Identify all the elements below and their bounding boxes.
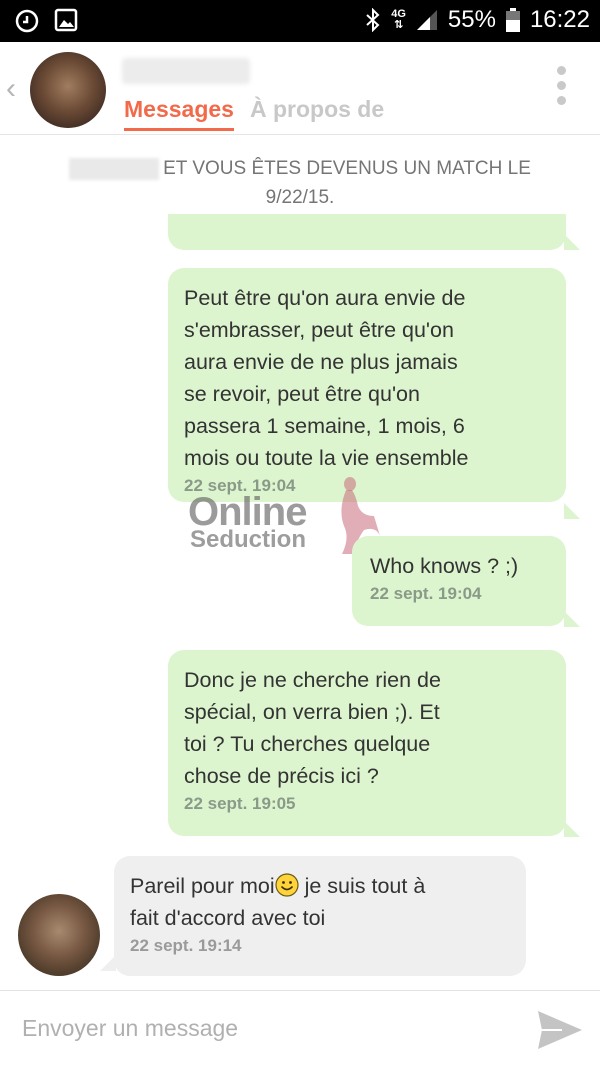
message-bubble-partial — [168, 214, 566, 250]
message-text: Who knows ? ;) — [370, 554, 519, 578]
signal-icon — [416, 10, 437, 30]
message-timestamp: 22 sept. 19:14 — [130, 936, 242, 955]
bubble-tail — [564, 821, 580, 837]
contact-name-redacted — [122, 58, 250, 84]
message-text: Donc je ne cherche rien de spécial, on v… — [184, 668, 441, 788]
tab-about[interactable]: À propos de — [250, 96, 384, 123]
tab-bar: Messages À propos de — [124, 96, 384, 131]
match-name-redacted — [69, 157, 160, 180]
clock: 16:22 — [529, 6, 590, 33]
message-bubble-sent: Donc je ne cherche rien de spécial, on v… — [168, 650, 566, 836]
message-text: Pareil pour moi je suis tout à fait d'ac… — [130, 873, 426, 930]
watermark-brand-bottom: Seduction — [190, 526, 307, 553]
bubble-tail — [564, 611, 580, 627]
message-timestamp: 22 sept. 19:04 — [370, 584, 482, 603]
message-input[interactable]: Envoyer un message — [22, 1015, 238, 1042]
more-vert-icon[interactable] — [557, 66, 566, 105]
send-icon[interactable] — [536, 1007, 584, 1053]
smiley-icon — [274, 873, 299, 897]
image-icon — [54, 8, 78, 32]
bluetooth-icon — [366, 8, 380, 32]
bubble-tail — [564, 234, 580, 250]
bubble-tail — [564, 503, 580, 519]
composer: Envoyer un message — [0, 990, 600, 1068]
message-bubble-sent: Peut être qu'on aura envie de s'embrasse… — [168, 268, 566, 502]
match-notice: ET VOUS ÊTES DEVENUS UN MATCH LE 9/22/15… — [0, 154, 600, 212]
status-bar: 4G ⇅ 55% 16:22 — [0, 0, 600, 42]
message-bubble-sent: Who knows ? ;) 22 sept. 19:04 — [352, 536, 566, 626]
back-chevron-icon[interactable]: ‹ — [6, 72, 16, 106]
battery-percent: 55% — [447, 6, 496, 33]
alarm-icon — [15, 9, 39, 33]
chat-header: ‹ Messages À propos de — [0, 42, 600, 135]
avatar[interactable] — [18, 894, 100, 976]
network-indicator: 4G ⇅ — [391, 8, 406, 31]
battery-icon — [505, 8, 520, 32]
message-timestamp: 22 sept. 19:05 — [184, 794, 296, 813]
message-text: Peut être qu'on aura envie de s'embrasse… — [184, 286, 469, 470]
avatar[interactable] — [30, 52, 106, 128]
tab-messages[interactable]: Messages — [124, 96, 234, 131]
message-bubble-received: Pareil pour moi je suis tout à fait d'ac… — [114, 856, 526, 976]
